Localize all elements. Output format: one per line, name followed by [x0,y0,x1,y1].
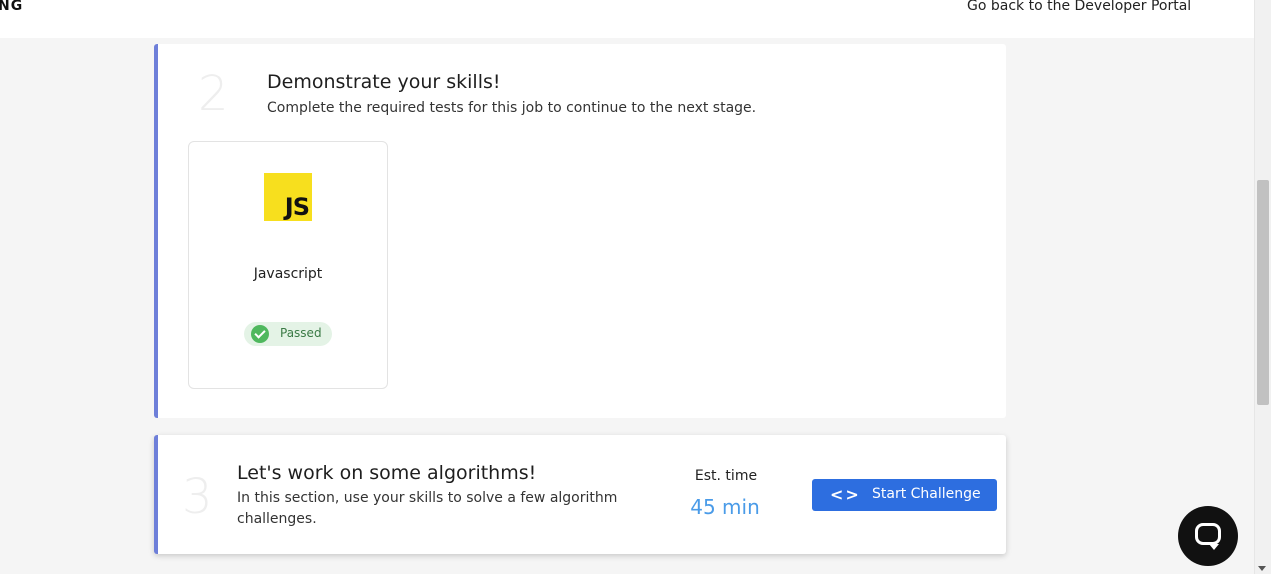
top-nav-bar: NG Go back to the Developer Portal [0,0,1254,38]
status-badge: Passed [244,322,332,346]
step-3-card: 3 Let's work on some algorithms! In this… [154,435,1006,554]
step-title: Demonstrate your skills! [267,71,501,93]
scroll-down-arrow-icon[interactable] [1258,566,1266,571]
code-brackets-icon: <> [830,485,861,504]
step-2-card: 2 Demonstrate your skills! Complete the … [154,44,1006,418]
scrollbar-thumb[interactable] [1257,180,1269,405]
est-time-value: 45 min [690,495,760,519]
step-number: 3 [182,469,213,525]
skill-card-javascript[interactable]: JS Javascript Passed [188,141,388,389]
status-badge-label: Passed [280,326,322,340]
step-number: 2 [198,66,229,122]
step-subtitle: Complete the required tests for this job… [267,100,757,116]
step-subtitle: In this section, use your skills to solv… [237,490,618,527]
skill-name: Javascript [253,266,323,282]
js-logo-text: JS [284,193,310,221]
chat-launcher-button[interactable] [1178,506,1238,566]
start-challenge-label: Start Challenge [872,486,981,502]
est-time-label: Est. time [694,468,758,484]
javascript-logo-icon: JS [264,173,312,221]
step-title: Let's work on some algorithms! [237,462,537,484]
start-challenge-button[interactable]: <> Start Challenge [812,479,997,511]
chat-bubble-icon [1195,523,1221,550]
brand-logo-text[interactable]: NG [0,0,23,14]
vertical-scrollbar[interactable] [1254,0,1271,574]
developer-portal-link[interactable]: Go back to the Developer Portal [967,0,1191,14]
check-circle-icon [251,325,269,343]
